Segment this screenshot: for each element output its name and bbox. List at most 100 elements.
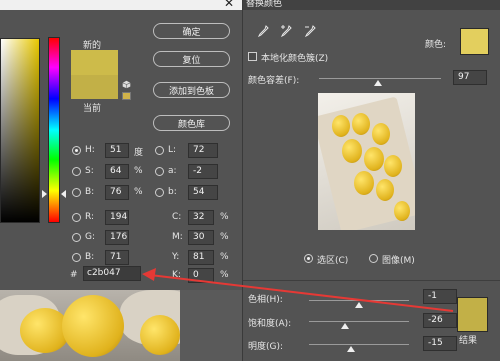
emoji-egg <box>354 171 374 195</box>
emoji-egg <box>140 315 180 355</box>
hue-slider-arrow-left-icon[interactable] <box>42 190 47 198</box>
picker-titlebar: ✕ <box>0 0 242 10</box>
ok-button[interactable]: 确定 <box>153 23 230 39</box>
hue-input[interactable]: -1 <box>423 289 457 304</box>
emoji-egg <box>364 147 384 171</box>
hue-label: H: <box>85 145 95 155</box>
saturation-unit: % <box>134 166 143 176</box>
eyedropper-minus-icon[interactable] <box>304 25 316 38</box>
fuzziness-slider-track[interactable] <box>319 78 441 79</box>
lightness-slider-track[interactable] <box>309 344 409 345</box>
brightness-unit: % <box>134 187 143 197</box>
emoji-egg <box>384 155 402 177</box>
blue-radio[interactable] <box>72 253 81 262</box>
blue-input[interactable]: 71 <box>105 250 129 265</box>
eyedropper-plus-icon[interactable] <box>280 25 292 38</box>
yellow-input[interactable]: 81 <box>188 250 214 265</box>
lab-b-input[interactable]: 54 <box>188 185 218 200</box>
emoji-egg <box>342 139 362 163</box>
emoji-egg <box>62 295 124 357</box>
fuzziness-slider-thumb[interactable] <box>374 80 382 86</box>
red-label: R: <box>85 212 95 222</box>
add-to-swatches-button[interactable]: 添加到色板 <box>153 82 230 98</box>
result-color-swatch[interactable] <box>457 297 488 332</box>
emoji-egg <box>372 123 390 145</box>
close-icon[interactable]: ✕ <box>224 0 234 10</box>
lab-l-label: L: <box>168 145 177 155</box>
image-view-label: 图像(M) <box>382 256 415 266</box>
emoji-egg <box>352 113 370 135</box>
lab-a-input[interactable]: -2 <box>188 164 218 179</box>
brightness-input[interactable]: 76 <box>105 185 129 200</box>
emoji-egg <box>376 179 394 201</box>
reset-button[interactable]: 复位 <box>153 51 230 67</box>
red-radio[interactable] <box>72 213 81 222</box>
lab-a-radio[interactable] <box>155 167 164 176</box>
localized-clusters-checkbox[interactable] <box>248 52 257 61</box>
saturation-radio[interactable] <box>72 167 81 176</box>
magenta-unit: % <box>220 232 229 242</box>
saturation-label: 饱和度(A): <box>248 319 292 329</box>
magenta-label: M: <box>172 232 183 242</box>
saturation-slider-track[interactable] <box>309 321 409 322</box>
hue-radio[interactable] <box>72 146 81 155</box>
canvas-background <box>180 290 242 361</box>
hue-slider-arrow-right-icon[interactable] <box>61 190 66 198</box>
lightness-input[interactable]: -15 <box>423 336 457 351</box>
magenta-input[interactable]: 30 <box>188 230 214 245</box>
current-color-swatch[interactable] <box>71 75 118 99</box>
green-radio[interactable] <box>72 233 81 242</box>
lightness-label: 明度(G): <box>248 342 284 352</box>
black-input[interactable]: 0 <box>188 268 214 283</box>
saturation-brightness-field[interactable] <box>0 38 40 223</box>
cyan-input[interactable]: 32 <box>188 210 214 225</box>
saturation-label: S: <box>85 166 94 176</box>
result-label: 结果 <box>459 336 478 346</box>
lab-b-label: b: <box>168 187 177 197</box>
red-input[interactable]: 194 <box>105 210 129 225</box>
black-label: K: <box>172 270 181 280</box>
emoji-egg <box>332 115 350 137</box>
brightness-radio[interactable] <box>72 188 81 197</box>
out-of-gamut-cube-icon[interactable] <box>122 80 131 89</box>
saturation-input[interactable]: -26 <box>423 313 457 328</box>
color-libraries-button[interactable]: 颜色库 <box>153 115 230 131</box>
saturation-slider-thumb[interactable] <box>341 323 349 329</box>
yellow-unit: % <box>220 252 229 262</box>
hue-slider-track[interactable] <box>309 300 409 301</box>
target-color-swatch[interactable] <box>460 28 489 55</box>
green-input[interactable]: 176 <box>105 230 129 245</box>
color-label: 颜色: <box>425 40 447 50</box>
hue-slider[interactable] <box>48 37 60 223</box>
hex-label: # <box>70 270 78 280</box>
brightness-label: B: <box>85 187 95 197</box>
hue-label: 色相(H): <box>248 295 283 305</box>
lab-b-radio[interactable] <box>155 188 164 197</box>
lab-l-radio[interactable] <box>155 146 164 155</box>
black-unit: % <box>220 270 229 280</box>
hue-input[interactable]: 51 <box>105 143 129 158</box>
hue-unit: 度 <box>134 148 144 158</box>
divider <box>243 280 500 281</box>
saturation-input[interactable]: 64 <box>105 164 129 179</box>
selection-view-radio[interactable] <box>304 254 313 263</box>
eyedropper-icon[interactable] <box>257 25 269 38</box>
color-picker-dialog: ✕ 新的 当前 确定 复位 添加到色板 颜色库 H: 51 度 S: 64 % … <box>0 0 242 290</box>
cyan-unit: % <box>220 212 229 222</box>
image-view-radio[interactable] <box>369 254 378 263</box>
websafe-color-swatch[interactable] <box>122 92 131 100</box>
replace-titlebar: 替换颜色 <box>243 0 500 10</box>
lightness-slider-thumb[interactable] <box>347 346 355 352</box>
fuzziness-input[interactable]: 97 <box>453 70 487 85</box>
yellow-label: Y: <box>172 252 180 262</box>
new-color-swatch <box>71 50 118 75</box>
selection-view-label: 选区(C) <box>317 256 349 266</box>
selection-preview[interactable] <box>318 93 415 230</box>
lab-l-input[interactable]: 72 <box>188 143 218 158</box>
background-photo <box>0 290 242 361</box>
hex-input[interactable]: c2b047 <box>83 266 141 281</box>
hue-slider-thumb[interactable] <box>355 302 363 308</box>
cyan-label: C: <box>172 212 182 222</box>
localized-clusters-label: 本地化颜色簇(Z) <box>261 54 329 64</box>
blue-label: B: <box>85 252 95 262</box>
